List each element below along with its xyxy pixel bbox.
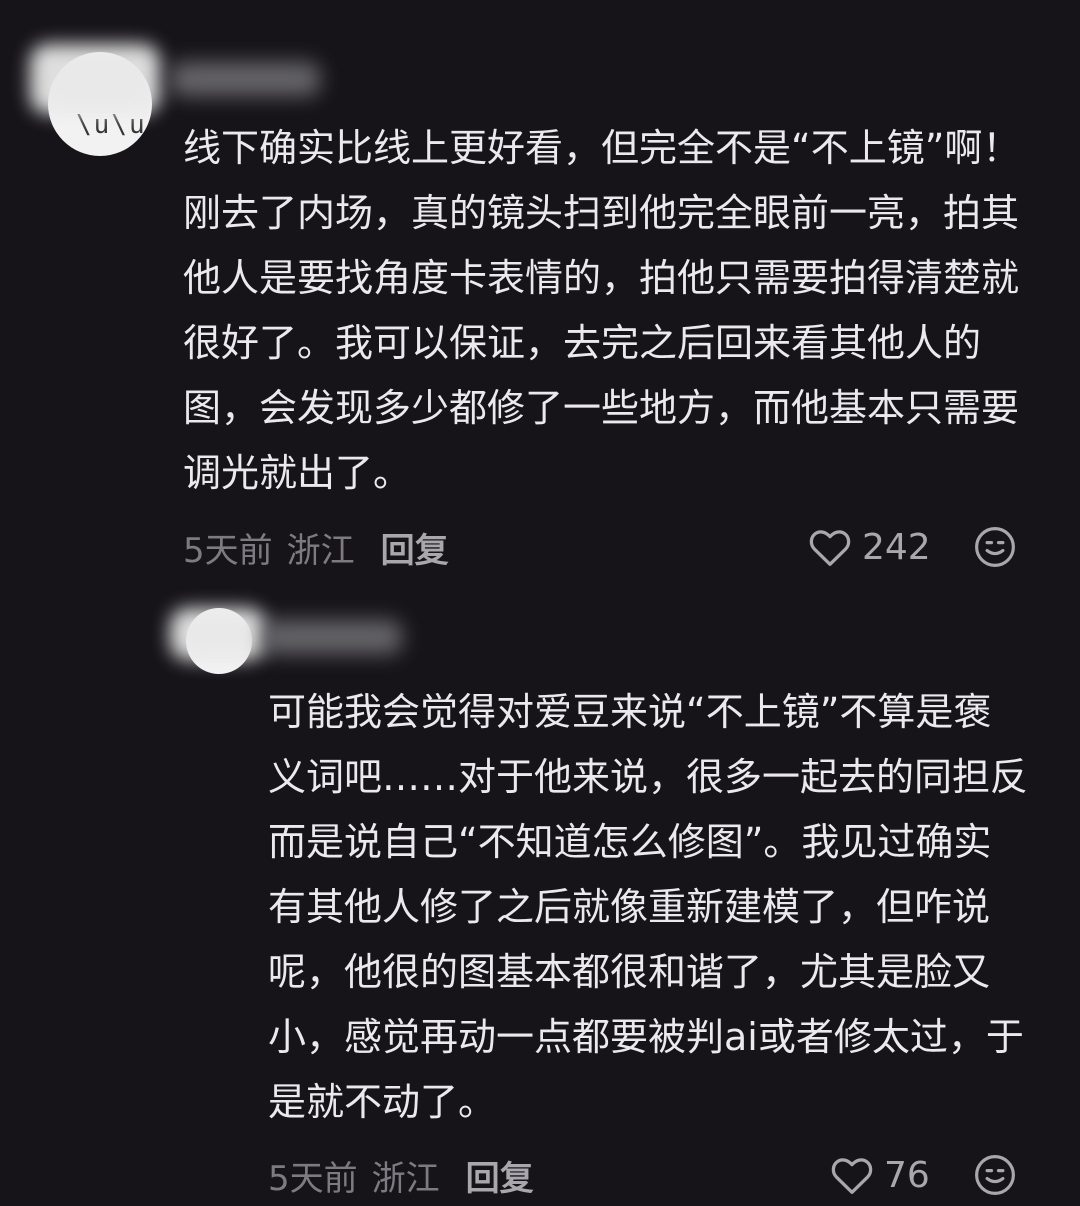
- comment-location: 浙江: [286, 530, 355, 571]
- heart-outline-icon: [809, 530, 851, 566]
- reaction-button[interactable]: [974, 1154, 1016, 1200]
- like-count: 76: [884, 1154, 930, 1196]
- comment-time: 5天前: [183, 530, 273, 571]
- comment-meta: 5天前 浙江 回复: [268, 1151, 534, 1200]
- username-redacted[interactable]: [262, 620, 402, 654]
- reaction-button[interactable]: [974, 526, 1016, 572]
- comment-time: 5天前: [268, 1158, 358, 1199]
- reply-button[interactable]: 回复: [466, 1151, 534, 1200]
- face-emoji-icon: [975, 1155, 1015, 1195]
- comment-location: 浙江: [371, 1158, 440, 1199]
- reply-comment-item: 可能我会觉得对爱豆来说“不上镜”不算是褒义词吧……对于他来说，很多一起去的同担反…: [0, 590, 1080, 1206]
- avatar-blur: [170, 608, 266, 660]
- comment-text: 线下确实比线上更好看，但完全不是“不上镜”啊！刚去了内场，真的镜头扫到他完全眼前…: [183, 126, 1021, 495]
- like-count: 242: [862, 526, 931, 568]
- heart-outline-icon: [831, 1158, 873, 1194]
- avatar-face-icon: \u\u: [76, 110, 147, 140]
- comment-text: 可能我会觉得对爱豆来说“不上镜”不算是褒义词吧……对于他来说，很多一起去的同担反…: [268, 690, 1029, 1124]
- comment-meta: 5天前 浙江 回复: [183, 523, 449, 572]
- reply-button[interactable]: 回复: [381, 523, 449, 572]
- username-redacted[interactable]: [170, 62, 320, 96]
- like-button[interactable]: 242: [808, 524, 931, 570]
- face-emoji-icon: [975, 527, 1015, 567]
- avatar-blur: [30, 44, 160, 114]
- comment-item: \u\u 线下确实比线上更好看，但完全不是“不上镜”啊！刚去了内场，真的镜头扫到…: [0, 0, 1080, 590]
- like-button[interactable]: 76: [830, 1152, 930, 1198]
